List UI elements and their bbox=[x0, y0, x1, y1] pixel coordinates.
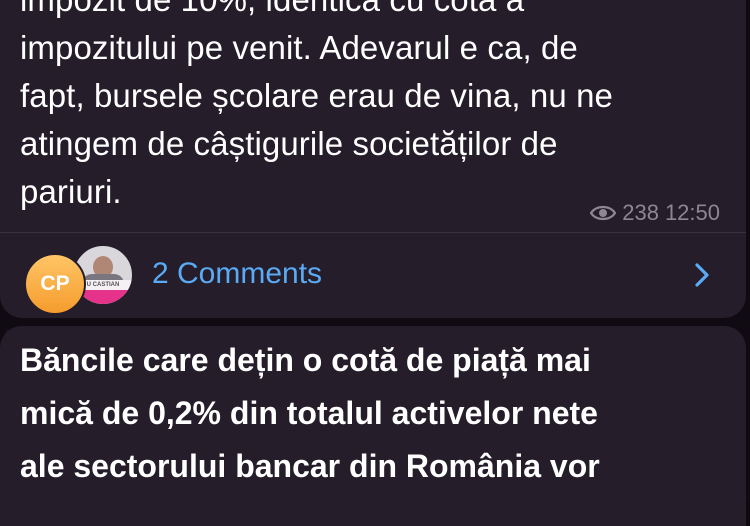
message-line: impozit de 10%, identică cu cota a bbox=[20, 0, 720, 24]
message-line: ale sectorului bancar din România vor bbox=[20, 448, 600, 484]
message-line: mică de 0,2% din totalul activelor nete bbox=[20, 395, 598, 431]
message-text: impozit de 10%, identică cu cota a impoz… bbox=[20, 0, 720, 216]
message-line: fapt, bursele școlare erau de vina, nu n… bbox=[20, 77, 613, 114]
message-line: atingem de câștigurile societăților de bbox=[20, 125, 558, 162]
message-meta: 238 12:50 bbox=[590, 200, 720, 226]
message-bubble[interactable]: Băncile care dețin o cotă de piață mai m… bbox=[0, 326, 746, 526]
message-time: 12:50 bbox=[664, 200, 720, 225]
chevron-right-icon[interactable] bbox=[694, 262, 710, 293]
message-line: Băncile care dețin o cotă de piață mai bbox=[20, 342, 591, 378]
commenter-avatar-initials: CP bbox=[24, 253, 86, 315]
message-bubble[interactable]: impozit de 10%, identică cu cota a impoz… bbox=[0, 0, 746, 318]
comments-label[interactable]: 2 Comments bbox=[152, 257, 322, 291]
message-line: impozitului pe venit. Adevarul e ca, de bbox=[20, 29, 578, 66]
view-count: 238 bbox=[622, 200, 659, 225]
message-text: Băncile care dețin o cotă de piață mai m… bbox=[20, 334, 735, 493]
comments-button[interactable]: U CASTIAN CP 2 Comments bbox=[0, 233, 746, 318]
eye-icon bbox=[590, 204, 617, 222]
